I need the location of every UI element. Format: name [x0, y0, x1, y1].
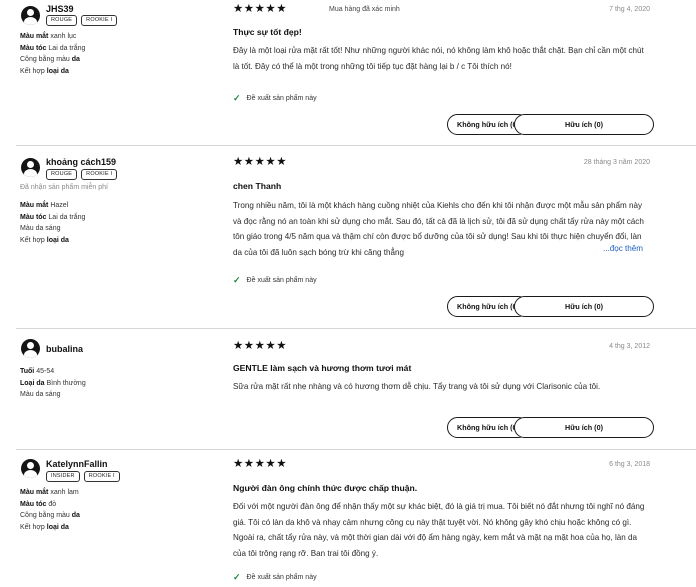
recommend-label: Đề xuất sản phẩm này [246, 277, 317, 284]
reviewer-attributes: Màu mắt xanh lam Màu tóc đỏ Công bằng mà… [20, 487, 80, 534]
attr-label: Màu mắt [20, 202, 49, 209]
attr-label: Màu [20, 391, 34, 399]
reviewer-name: KatelynnFallin [46, 459, 108, 469]
helpful-button[interactable]: Hữu ích (0) [514, 296, 654, 317]
rating-stars: ★★★★★ [233, 340, 288, 352]
avatar [21, 459, 40, 478]
checkmark-icon: ✓ [233, 572, 241, 582]
review-body: Đối với một người đàn ông để nhận thấy m… [233, 502, 645, 558]
attr-value: da sáng [35, 225, 61, 233]
recommend-label: Đề xuất sản phẩm này [246, 574, 317, 581]
attr-label: Công bằng màu [20, 56, 70, 64]
badge: ROUGE [46, 15, 78, 26]
review-date: 28 tháng 3 năm 2020 [583, 159, 650, 166]
recommend-row: ✓ Đề xuất sản phẩm này [233, 94, 317, 103]
reviewer-attributes: Màu mắt xanh lục Màu tóc Lai da trắng Cô… [20, 31, 85, 78]
attr-value: đỏ [48, 500, 57, 508]
review-body-text: Trong nhiều năm, tôi là một khách hàng c… [233, 201, 644, 257]
review-date: 4 thg 3, 2012 [609, 343, 650, 350]
avatar [21, 158, 40, 177]
review-title: GENTLE làm sạch và hương thơm tươi mát [233, 363, 412, 373]
rating-stars: ★★★★★ [233, 458, 288, 470]
review-title: Thực sự tốt đẹp! [233, 27, 302, 37]
badges: ROUGE ROOKIE I [46, 169, 118, 180]
recommend-row: ✓ Đề xuất sản phẩm này [233, 573, 317, 582]
badge: ROOKIE I [81, 15, 118, 26]
free-product-note: Đã nhận sản phẩm miễn phí [20, 184, 108, 191]
attr-value: Bình thường [46, 379, 86, 387]
read-more-link[interactable]: ...đọc thêm [601, 243, 644, 255]
attr-label: Màu mắt [20, 489, 49, 496]
checkmark-icon: ✓ [233, 93, 241, 103]
attr-value: xanh lam [50, 489, 79, 496]
rating-stars: ★★★★★ [233, 156, 288, 168]
badge: ROOKIE I [81, 169, 118, 180]
attr-label: Kết hợp [20, 237, 45, 245]
attr-label: Kết hợp [20, 68, 45, 76]
review-date: 6 thg 3, 2018 [609, 461, 650, 468]
reviewer-name: khoảng cách159 [46, 157, 117, 167]
badges: ROUGE ROOKIE I [46, 15, 118, 26]
reviewer-name: bubalina [46, 344, 84, 354]
recommend-row: ✓ Đề xuất sản phẩm này [233, 276, 317, 285]
avatar [21, 6, 40, 25]
helpful-button[interactable]: Hữu ích (0) [514, 114, 654, 135]
attr-value: loại da [46, 524, 69, 532]
review-body: Đây là một loại rửa mặt rất tốt! Như nhữ… [233, 46, 644, 71]
recommend-label: Đề xuất sản phẩm này [246, 95, 317, 102]
reviewer-attributes: Tuổi 45-54 Loại da Bình thường Màu da sá… [20, 366, 86, 401]
attr-value: da [71, 56, 80, 64]
avatar [21, 339, 40, 358]
review-title: Người đàn ông chính thức được chấp thuận… [233, 483, 418, 493]
checkmark-icon: ✓ [233, 275, 241, 285]
attr-label: Kết hợp [20, 524, 45, 532]
badge: INSIDER [46, 471, 80, 482]
attr-label: Loại da [20, 379, 45, 387]
attr-value: Hazel [50, 202, 69, 209]
reviewer-name: JHS39 [46, 4, 74, 14]
badge: ROUGE [46, 169, 78, 180]
badges: INSIDER ROOKIE I [46, 471, 120, 482]
rating-stars: ★★★★★ [233, 3, 288, 15]
attr-value: Lai da trắng [48, 213, 86, 221]
attr-value: loại da [46, 68, 69, 76]
attr-label: Màu tóc [20, 44, 47, 52]
attr-label: Màu [20, 225, 34, 233]
review-body: Trong nhiều năm, tôi là một khách hàng c… [233, 198, 651, 260]
review-date: 7 thg 4, 2020 [609, 6, 650, 13]
attr-value: loại da [46, 237, 69, 245]
divider [16, 145, 696, 146]
attr-label: Màu mắt [20, 33, 49, 40]
attr-label: Màu tóc [20, 500, 47, 508]
attr-value: da sáng [35, 391, 61, 399]
attr-value: Lai da trắng [48, 44, 86, 52]
reviewer-attributes: Màu mắt Hazel Màu tóc Lai da trắng Màu d… [20, 200, 85, 247]
review-body: Sữa rửa mặt rất nhẹ nhàng và có hương th… [233, 382, 601, 391]
divider [16, 449, 696, 450]
review-title: chen Thanh [233, 181, 282, 191]
divider [16, 328, 696, 329]
attr-label: Công bằng màu [20, 512, 70, 520]
attr-label: Màu tóc [20, 213, 47, 221]
attr-value: 45-54 [36, 368, 55, 375]
attr-value: da [71, 512, 80, 520]
attr-value: xanh lục [50, 33, 77, 40]
badge: ROOKIE I [83, 471, 120, 482]
helpful-button[interactable]: Hữu ích (0) [514, 417, 654, 438]
attr-label: Tuổi [20, 368, 35, 375]
verified-purchase: Mua hàng đã xác minh [329, 6, 400, 13]
